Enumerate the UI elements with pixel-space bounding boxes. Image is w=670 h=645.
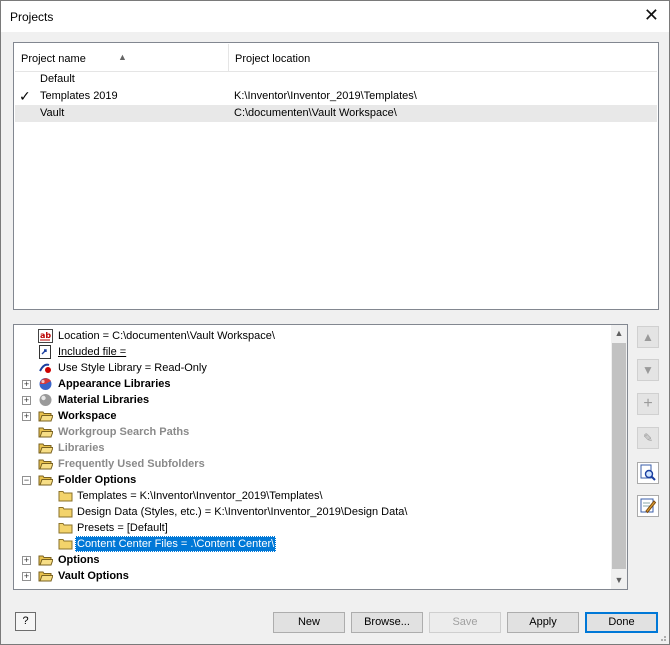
project-name: Default: [40, 73, 75, 85]
tree-item-label: Folder Options: [58, 474, 137, 486]
active-project-check-icon: ✓: [19, 88, 31, 104]
project-location: C:\documenten\Vault Workspace\: [234, 107, 397, 119]
new-button[interactable]: New: [273, 612, 345, 633]
style-library-icon: [39, 363, 51, 373]
done-button[interactable]: Done: [585, 612, 658, 633]
find-file-button[interactable]: [637, 462, 659, 484]
projects-dialog: Projects ✕ Project name ▲ Project locati…: [0, 0, 670, 645]
pencil-icon: ✎: [642, 431, 654, 445]
projects-list[interactable]: Project name ▲ Project location Default …: [13, 42, 659, 310]
folder-open-icon: [38, 411, 53, 422]
scroll-down-arrow-icon[interactable]: ▼: [611, 572, 627, 589]
title-bar: Projects ✕: [1, 1, 669, 32]
tree-item-label: Appearance Libraries: [58, 378, 171, 390]
tree-item-label-selected: Content Center Files = .\Content Center\: [75, 536, 277, 552]
folder-open-icon: [38, 459, 53, 470]
tree-item-label: Workgroup Search Paths: [58, 426, 190, 438]
text-field-icon: ab: [38, 329, 53, 343]
expand-icon[interactable]: +: [22, 396, 31, 405]
browse-button[interactable]: Browse...: [351, 612, 423, 633]
tree-item-label: Design Data (Styles, etc.) = K:\Inventor…: [77, 506, 408, 518]
tree-scrollbar[interactable]: ▲ ▼: [611, 325, 627, 589]
plus-icon: +: [643, 395, 653, 412]
project-settings-tree[interactable]: ab Location = C:\documenten\Vault Worksp…: [13, 324, 628, 590]
sort-ascending-icon: ▲: [118, 52, 127, 62]
tree-item-label: Presets = [Default]: [77, 522, 168, 534]
folder-icon: [58, 523, 73, 534]
arrow-up-icon: ▲: [642, 330, 654, 344]
save-button[interactable]: Save: [429, 612, 501, 633]
projects-list-header: Project name ▲ Project location: [15, 44, 657, 72]
appearance-sphere-icon: [39, 378, 52, 390]
move-down-button[interactable]: ▼: [637, 359, 659, 381]
tree-item-label: Workspace: [58, 410, 117, 422]
svg-text:ab: ab: [40, 331, 51, 340]
folder-open-icon: [38, 555, 53, 566]
folder-icon: [58, 491, 73, 502]
folder-icon: [58, 539, 73, 550]
window-title: Projects: [10, 10, 54, 24]
close-button[interactable]: ✕: [644, 6, 659, 24]
column-header-project-name[interactable]: Project name ▲: [15, 44, 229, 72]
scroll-up-arrow-icon[interactable]: ▲: [611, 325, 627, 342]
expand-icon[interactable]: +: [22, 556, 31, 565]
expand-icon[interactable]: +: [22, 412, 31, 421]
project-row-vault[interactable]: Vault C:\documenten\Vault Workspace\: [15, 105, 657, 122]
tree-item-label: Material Libraries: [58, 394, 150, 406]
project-name: Templates 2019: [40, 90, 118, 102]
resize-grip-icon[interactable]: [657, 632, 667, 642]
folder-open-icon: [38, 443, 53, 454]
tree-item-label: Libraries: [58, 442, 105, 454]
edit-document-icon: [640, 498, 657, 514]
tree-item-label: Included file =: [58, 346, 127, 358]
scrollbar-thumb[interactable]: [612, 343, 626, 569]
folder-open-icon: [38, 475, 53, 486]
move-up-button[interactable]: ▲: [637, 326, 659, 348]
add-path-button[interactable]: +: [637, 393, 659, 415]
tree-item-label: Templates = K:\Inventor\Inventor_2019\Te…: [77, 490, 323, 502]
tree-item-label: Location = C:\documenten\Vault Workspace…: [58, 330, 275, 342]
help-icon: ?: [22, 615, 29, 627]
folder-open-icon: [38, 427, 53, 438]
edit-project-file-button[interactable]: [637, 495, 659, 517]
apply-button[interactable]: Apply: [507, 612, 579, 633]
expand-icon[interactable]: +: [22, 380, 31, 389]
tree-item-label: Frequently Used Subfolders: [58, 458, 205, 470]
expand-icon[interactable]: +: [22, 572, 31, 581]
magnifier-document-icon: [640, 464, 656, 481]
tree-item-label: Vault Options: [58, 570, 129, 582]
material-sphere-icon: [39, 394, 52, 406]
project-name: Vault: [40, 107, 65, 119]
project-location: K:\Inventor\Inventor_2019\Templates\: [234, 90, 417, 102]
column-header-project-location[interactable]: Project location: [229, 44, 657, 72]
folder-open-icon: [38, 571, 53, 582]
collapse-icon[interactable]: −: [22, 476, 31, 485]
arrow-down-icon: ▼: [642, 363, 654, 377]
project-row-templates-2019[interactable]: ✓ Templates 2019 K:\Inventor\Inventor_20…: [15, 88, 657, 105]
document-link-icon: [39, 345, 51, 359]
project-row-default[interactable]: Default: [15, 71, 657, 88]
tree-item-label: Use Style Library = Read-Only: [58, 362, 207, 374]
folder-icon: [58, 507, 73, 518]
edit-button[interactable]: ✎: [637, 427, 659, 449]
help-button[interactable]: ?: [15, 612, 36, 631]
tree-item-label: Options: [58, 554, 100, 566]
